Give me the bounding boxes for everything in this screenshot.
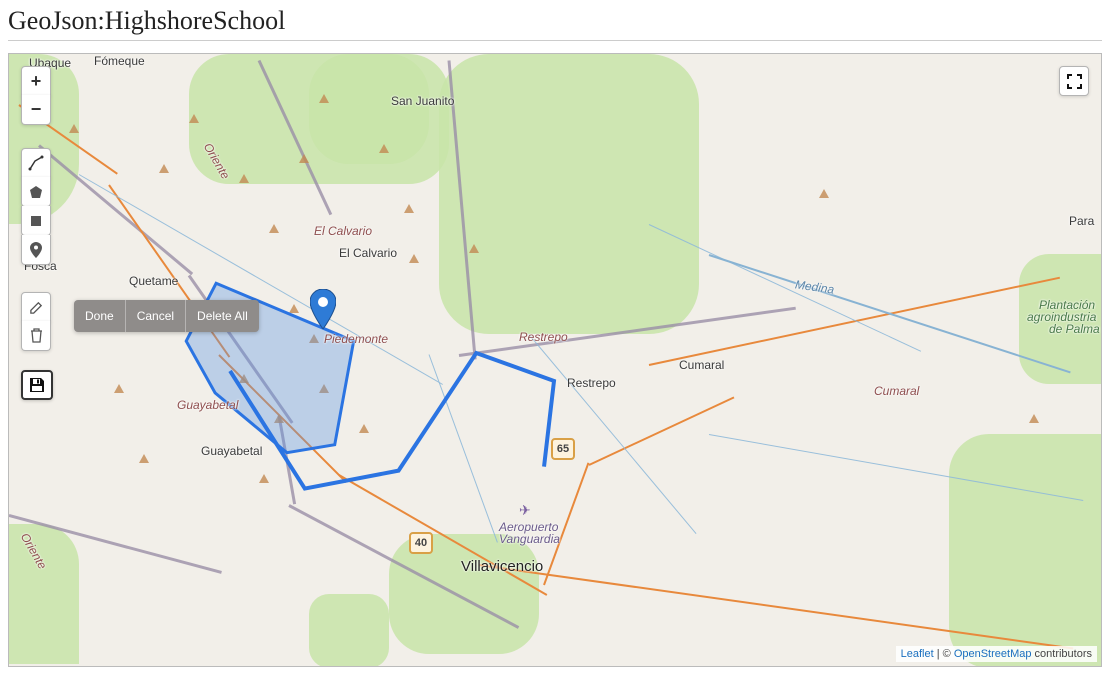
delete-action-bar: Done Cancel Delete All [74,300,259,332]
label-restrepo-region: Restrepo [519,330,568,344]
zoom-in-button[interactable]: + [21,66,51,96]
label-el-calvario-region: El Calvario [314,224,372,238]
draw-polygon-button[interactable] [21,177,51,207]
fullscreen-icon [1067,74,1082,89]
map[interactable]: Ubaque Fómeque San Juanito El Calvario E… [8,53,1102,667]
marker-icon [30,242,42,258]
osm-link[interactable]: OpenStreetMap [954,648,1032,660]
edit-icon [29,300,44,315]
cancel-button[interactable]: Cancel [126,300,185,332]
label-el-calvario: El Calvario [339,246,397,260]
delete-all-button[interactable]: Delete All [186,300,259,332]
zoom-out-button[interactable]: − [21,95,51,125]
label-fomeque: Fómeque [94,54,145,68]
route-shield-65: 65 [551,438,575,460]
edit-layers-button[interactable] [21,292,51,322]
label-guayabetal: Guayabetal [201,444,262,458]
fullscreen-button[interactable] [1059,66,1089,96]
rectangle-icon [30,215,42,227]
airport-icon: ✈ [519,502,531,519]
title-row: GeoJson:HighshoreSchool [8,0,1102,41]
delete-layers-button[interactable] [21,321,51,351]
attribution-sep: | © [934,648,954,660]
label-quetame: Quetame [129,274,178,288]
draw-tools [21,148,51,265]
map-marker[interactable] [310,289,336,334]
save-controls [21,370,53,400]
draw-rectangle-button[interactable] [21,206,51,236]
label-restrepo: Restrepo [567,376,616,390]
route-shield-40: 40 [409,532,433,554]
label-vanguardia: Vanguardia [499,532,560,546]
label-plantacion-3: de Palma [1049,322,1100,336]
leaflet-link[interactable]: Leaflet [901,648,934,660]
map-background [9,54,1101,666]
map-attribution: Leaflet | © OpenStreetMap contributors [896,646,1097,662]
trash-icon [30,328,43,343]
draw-polyline-button[interactable] [21,148,51,178]
fullscreen-controls [1059,66,1089,96]
label-guayabetal-region: Guayabetal [177,398,238,412]
polygon-icon [29,185,43,199]
label-san-juanito: San Juanito [391,94,454,108]
polyline-icon [28,155,44,171]
page-root: GeoJson:HighshoreSchool [0,0,1110,677]
label-cumaral: Cumaral [679,358,724,372]
done-button[interactable]: Done [74,300,125,332]
edit-tools [21,292,51,351]
attribution-tail: contributors [1031,648,1092,660]
label-para: Para [1069,214,1094,228]
label-cumaral-2: Cumaral [874,384,919,398]
zoom-controls: + − [21,66,51,125]
save-button[interactable] [21,370,53,400]
label-villavicencio: Villavicencio [461,558,543,575]
draw-marker-button[interactable] [21,235,51,265]
page-title: GeoJson:HighshoreSchool [8,6,1102,36]
label-piedemonte: Piedemonte [324,332,388,346]
save-icon [28,376,46,394]
